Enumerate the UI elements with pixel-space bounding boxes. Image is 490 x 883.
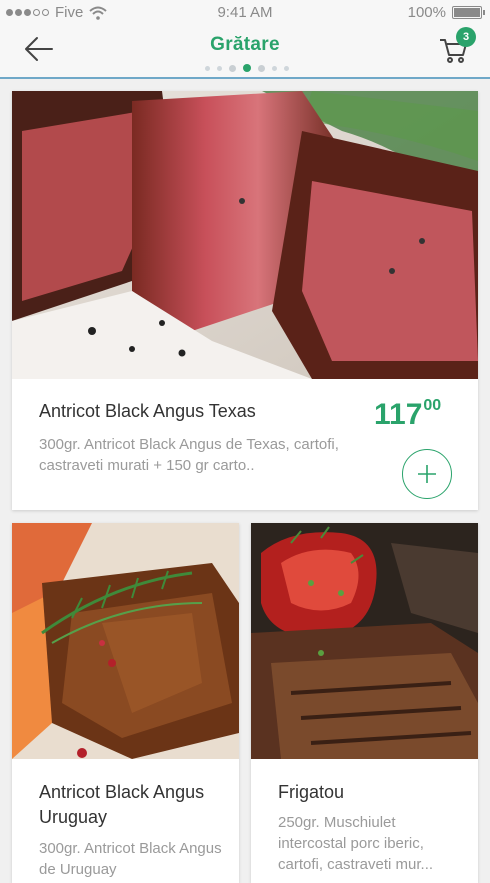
- page-indicator: [205, 64, 289, 72]
- product-photo: [12, 91, 478, 379]
- battery-percent: 100%: [407, 4, 446, 21]
- product-card[interactable]: Antricot Black Angus Uruguay 300gr. Antr…: [12, 523, 239, 883]
- price-integer: 117: [374, 398, 423, 431]
- page-dot: [205, 65, 210, 71]
- page-dot: [217, 65, 222, 71]
- product-photo: [12, 523, 239, 759]
- page-dot: [272, 65, 277, 71]
- page-dot: [229, 64, 236, 72]
- product-card-featured[interactable]: Antricot Black Angus Texas 11700 300gr. …: [12, 91, 478, 510]
- nav-bar: Grătare 3: [0, 26, 490, 79]
- product-name: Antricot Black Angus Uruguay: [39, 782, 205, 827]
- page-dot: [284, 65, 289, 71]
- product-name: Frigatou: [278, 782, 345, 802]
- page-title: Grătare: [210, 34, 280, 55]
- battery-icon: [452, 6, 485, 19]
- page-dot-active: [243, 64, 251, 72]
- plus-icon: [418, 465, 436, 483]
- product-card[interactable]: Frigatou 250gr. Muschiulet intercostal p…: [251, 523, 478, 883]
- battery-group: 100%: [407, 4, 485, 21]
- product-description: 300gr. Antricot Black Angus de Uruguay: [39, 840, 222, 878]
- status-bar: Five 9:41 AM 100%: [0, 0, 490, 26]
- cart-count-badge[interactable]: 3: [456, 27, 476, 47]
- product-description: 300gr. Antricot Black Angus de Texas, ca…: [39, 436, 339, 474]
- product-price: 11700: [374, 397, 441, 432]
- page-dot: [258, 64, 265, 72]
- product-description: 250gr. Muschiulet intercostal porc iberi…: [278, 814, 434, 873]
- price-decimals: 00: [423, 397, 442, 414]
- product-name: Antricot Black Angus Texas: [39, 401, 256, 421]
- product-photo: [251, 523, 478, 759]
- add-to-cart-button[interactable]: [402, 449, 452, 499]
